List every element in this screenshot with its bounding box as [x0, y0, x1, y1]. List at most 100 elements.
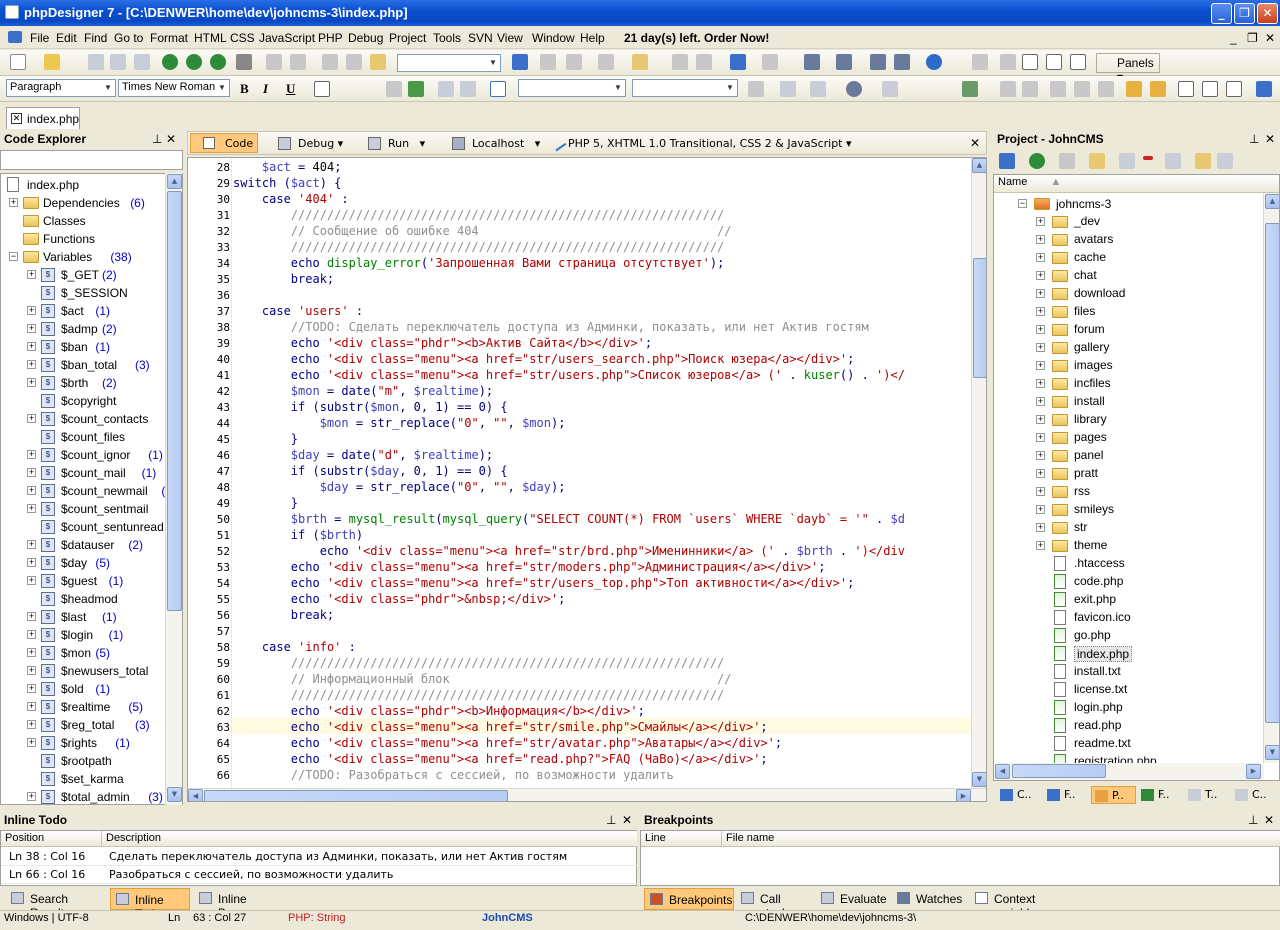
copy-icon[interactable]	[346, 54, 362, 70]
style-select[interactable]: ▼	[518, 79, 626, 97]
bottom-tab[interactable]: Inline Todo	[110, 888, 190, 921]
code-line[interactable]: echo '<div class="menu"><a href="str/mod…	[233, 560, 826, 574]
paragraph-select[interactable]: Paragraph ▼	[6, 79, 116, 97]
expand-icon[interactable]: +	[1036, 361, 1045, 370]
expand-icon[interactable]: +	[1036, 379, 1045, 388]
menu-debug[interactable]: Debug	[348, 31, 383, 45]
code-line[interactable]: $act = 404;	[233, 160, 342, 174]
project-close-icon[interactable]: ✕	[1265, 132, 1275, 146]
layout4-icon[interactable]	[1046, 54, 1062, 70]
expand-icon[interactable]: +	[27, 540, 36, 549]
view2-icon[interactable]	[1226, 81, 1242, 97]
scroll-up-icon[interactable]: ▲	[167, 174, 182, 189]
expand-icon[interactable]: +	[27, 684, 36, 693]
menu-svn[interactable]: SVN	[468, 31, 493, 45]
code-line[interactable]: // Сообщение об ошибке 404 //	[233, 224, 732, 238]
fmt2-icon[interactable]	[1022, 81, 1038, 97]
expand-icon[interactable]: +	[1036, 253, 1045, 262]
expand-icon[interactable]: +	[1036, 343, 1045, 352]
save-all-icon[interactable]	[110, 54, 126, 70]
project-view-icon[interactable]	[1217, 153, 1233, 169]
check-icon[interactable]	[1256, 81, 1272, 97]
browser-preview-icon[interactable]	[186, 54, 202, 70]
expand-icon[interactable]: +	[27, 342, 36, 351]
explorer-scrollbar[interactable]: ▲ ▼	[165, 173, 182, 805]
bp-col-line[interactable]: Line	[641, 831, 721, 847]
debug-tab[interactable]: Breakpoints	[644, 888, 734, 910]
proj-scroll-up-icon[interactable]: ▲	[1265, 194, 1279, 209]
code-line[interactable]: case '404' :	[233, 192, 349, 206]
expand-icon[interactable]: +	[1036, 397, 1045, 406]
bp-close-icon[interactable]: ✕	[1264, 813, 1274, 827]
project-vscroll[interactable]: ▲ ▼	[1263, 193, 1279, 763]
minimize-button[interactable]: _	[1211, 3, 1232, 24]
bold-button[interactable]: B	[240, 81, 249, 97]
project-files-icon[interactable]	[1059, 153, 1075, 169]
expand-icon[interactable]: +	[1036, 271, 1045, 280]
expand-icon[interactable]: +	[27, 378, 36, 387]
expand-icon[interactable]: +	[27, 450, 36, 459]
spell-icon[interactable]	[1150, 81, 1166, 97]
project-refresh-icon[interactable]	[1119, 153, 1135, 169]
project-remove-icon[interactable]	[1143, 156, 1153, 160]
expand-icon[interactable]: +	[1036, 415, 1045, 424]
code-line[interactable]: //TODO: Разобраться с сессией, по возмож…	[233, 768, 674, 782]
proj-scroll-thumb[interactable]	[1265, 223, 1279, 723]
step-icon[interactable]	[870, 54, 886, 70]
internet-icon[interactable]	[926, 54, 942, 70]
close-button[interactable]: ✕	[1257, 3, 1278, 24]
menu-javascript[interactable]: JavaScript	[259, 31, 315, 45]
code-view-button[interactable]: Code	[190, 133, 258, 153]
todo-row[interactable]: Ln 38 : Col 16 Сделать переключатель дос…	[1, 848, 637, 866]
filter-icon[interactable]	[672, 54, 688, 70]
back-icon[interactable]	[730, 54, 746, 70]
project-folder-icon[interactable]	[1089, 153, 1105, 169]
code-line[interactable]: echo '<div class="menu"><a href="str/use…	[233, 368, 905, 382]
menu-window[interactable]: Window	[532, 31, 575, 45]
color-icon[interactable]	[846, 81, 862, 97]
code-line[interactable]: //TODO: Сделать переключатель доступа из…	[233, 320, 869, 334]
expand-icon[interactable]: +	[27, 666, 36, 675]
code-line[interactable]: case 'info' :	[233, 640, 356, 654]
project-side-tab[interactable]: P..	[1091, 786, 1136, 804]
fmt4-icon[interactable]	[1074, 81, 1090, 97]
expand-icon[interactable]: +	[27, 306, 36, 315]
cut-icon[interactable]	[322, 54, 338, 70]
bottom-tab[interactable]: Inline Bug	[194, 888, 274, 920]
code-line[interactable]: echo '<div class="menu"><a href="str/use…	[233, 576, 855, 590]
expand-icon[interactable]: +	[1036, 307, 1045, 316]
code-line[interactable]: echo '<div class="phdr"><b>Информация</b…	[233, 704, 645, 718]
menu-view[interactable]: View	[497, 31, 523, 45]
expand-icon[interactable]: +	[1036, 469, 1045, 478]
template-icon[interactable]	[882, 81, 898, 97]
bookmark-icon[interactable]	[598, 54, 614, 70]
menu-format[interactable]: Format	[150, 31, 188, 45]
todo-row[interactable]: Ln 66 : Col 16 Разобраться с сессией, по…	[1, 866, 637, 884]
project-add-icon[interactable]	[999, 153, 1015, 169]
todo-col-position[interactable]: Position	[1, 831, 101, 847]
code-line[interactable]: if (substr($day, 0, 1) == 0) {	[233, 464, 508, 478]
menu-edit[interactable]: Edit	[56, 31, 77, 45]
list-icon[interactable]	[460, 81, 476, 97]
proj-scroll-down-icon[interactable]: ▼	[1265, 745, 1279, 760]
class-select[interactable]: ▼	[632, 79, 738, 97]
debug-tab[interactable]: Call stack	[736, 888, 814, 920]
code-line[interactable]: }	[233, 432, 298, 446]
expand-icon[interactable]: +	[1036, 505, 1045, 514]
menu-html[interactable]: HTML	[194, 31, 227, 45]
code-line[interactable]: $brth = mysql_result(mysql_query("SELECT…	[233, 512, 905, 526]
expand-icon[interactable]: +	[1036, 541, 1045, 550]
project-side-tab[interactable]: C..	[997, 786, 1042, 804]
expand-icon[interactable]: +	[27, 612, 36, 621]
scroll-thumb[interactable]	[167, 191, 182, 611]
bookmark-nav-icon[interactable]	[632, 54, 648, 70]
trial-notice[interactable]: 21 day(s) left. Order Now!	[624, 31, 769, 45]
expand-icon[interactable]: +	[27, 630, 36, 639]
fmt1-icon[interactable]	[1000, 81, 1016, 97]
open-folder-icon[interactable]	[44, 54, 60, 70]
close-file-icon[interactable]	[134, 54, 150, 70]
layout5-icon[interactable]	[1070, 54, 1086, 70]
todo-close-icon[interactable]: ✕	[622, 813, 632, 827]
todo-pin-icon[interactable]: ⊥	[606, 813, 616, 827]
forward-icon[interactable]	[762, 54, 778, 70]
